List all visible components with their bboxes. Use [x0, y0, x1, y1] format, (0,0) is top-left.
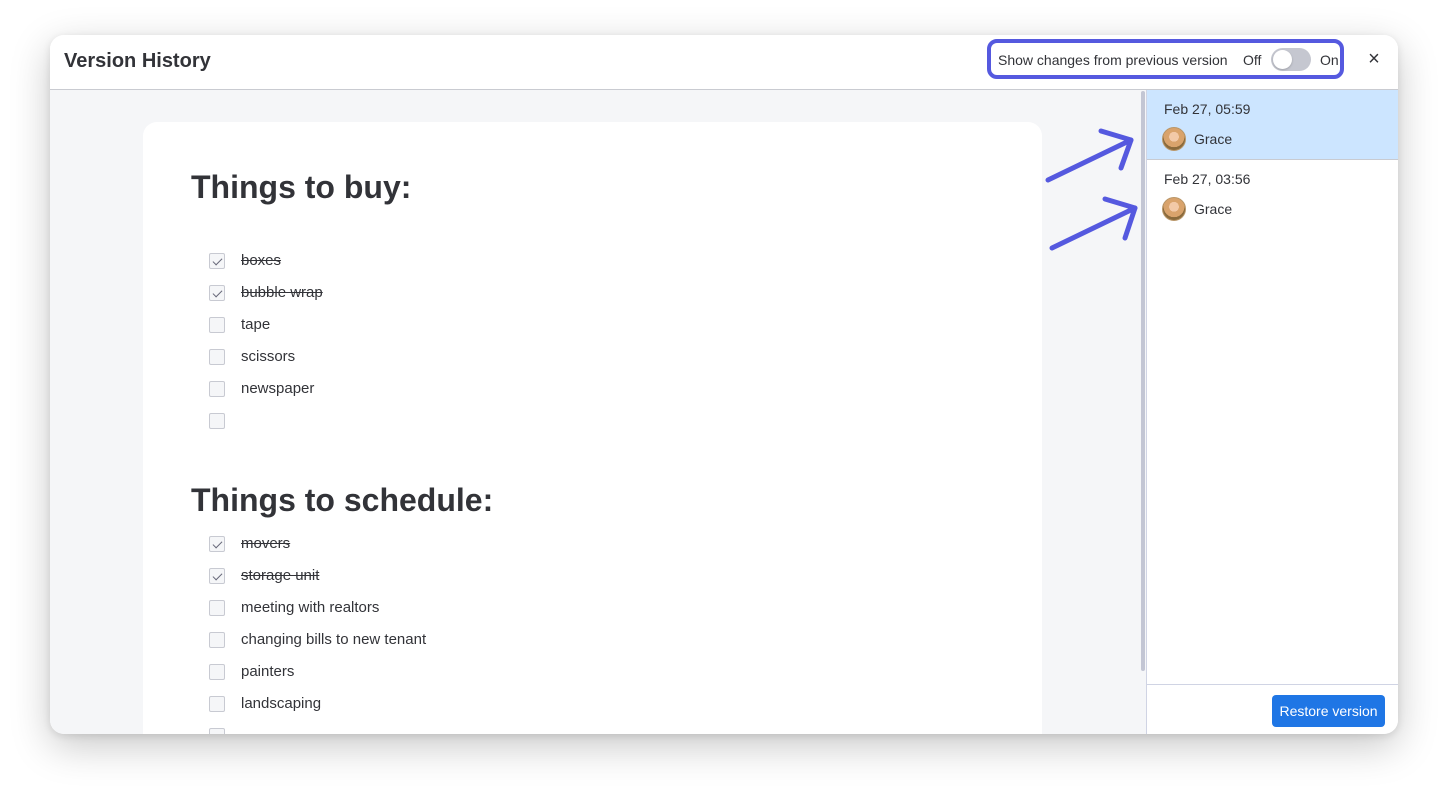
close-icon[interactable]: ×	[1364, 48, 1384, 70]
versions-footer: Restore version	[1147, 684, 1398, 734]
checkbox[interactable]	[209, 728, 225, 734]
checklist-item-text[interactable]: tape	[241, 316, 270, 334]
version-history-modal: Version History Show changes from previo…	[50, 35, 1398, 734]
section-heading: Things to schedule:	[191, 482, 494, 518]
checkbox[interactable]	[209, 536, 225, 552]
show-changes-label: Show changes from previous version	[998, 52, 1228, 68]
document-scrollbar[interactable]	[1141, 91, 1145, 671]
toggle-on-label: On	[1320, 52, 1339, 68]
checkbox[interactable]	[209, 568, 225, 584]
checkbox[interactable]	[209, 696, 225, 712]
checklist-item-text[interactable]: meeting with realtors	[241, 599, 379, 617]
document-card: Things to buy: boxes bubble wrap tape scisso…	[143, 122, 1042, 734]
checklist-item-text[interactable]: scissors	[241, 348, 295, 366]
checkbox[interactable]	[209, 381, 225, 397]
checklist-item-text[interactable]: changing bills to new tenant	[241, 631, 426, 649]
version-item[interactable]: Feb 27, 05:59 Grace	[1147, 90, 1398, 160]
version-user: Grace	[1194, 201, 1233, 217]
version-date: Feb 27, 03:56	[1164, 171, 1251, 187]
checklist-item-text[interactable]: landscaping	[241, 695, 321, 713]
checklist-item-text[interactable]: movers	[241, 535, 290, 553]
version-date: Feb 27, 05:59	[1164, 101, 1251, 117]
checklist-item-text[interactable]: newspaper	[241, 380, 314, 398]
checklist-item-text[interactable]: boxes	[241, 252, 281, 270]
checklist-item-text[interactable]: bubble wrap	[241, 284, 323, 302]
checklist-item-text[interactable]: storage unit	[241, 567, 319, 585]
toggle-knob	[1273, 50, 1292, 69]
avatar	[1162, 197, 1186, 221]
restore-version-button[interactable]: Restore version	[1272, 695, 1385, 727]
version-item[interactable]: Feb 27, 03:56 Grace	[1147, 160, 1398, 230]
checkbox[interactable]	[209, 632, 225, 648]
checkbox[interactable]	[209, 413, 225, 429]
checkbox[interactable]	[209, 664, 225, 680]
section-heading: Things to buy:	[191, 169, 412, 205]
checkbox[interactable]	[209, 285, 225, 301]
avatar	[1162, 127, 1186, 151]
checkbox[interactable]	[209, 317, 225, 333]
versions-panel: Feb 27, 03:56 Grace Feb 27, 05:59 Grace Res…	[1146, 90, 1398, 734]
show-changes-toggle[interactable]	[1271, 48, 1311, 71]
version-user: Grace	[1194, 131, 1233, 147]
modal-header: Version History Show changes from previo…	[50, 35, 1398, 90]
toggle-off-label: Off	[1243, 52, 1262, 68]
document-preview-area: Things to buy: boxes bubble wrap tape scisso…	[50, 90, 1146, 734]
checklist-item-text[interactable]: painters	[241, 663, 294, 681]
checkbox[interactable]	[209, 253, 225, 269]
modal-title: Version History	[64, 50, 211, 72]
checkbox[interactable]	[209, 349, 225, 365]
checkbox[interactable]	[209, 600, 225, 616]
